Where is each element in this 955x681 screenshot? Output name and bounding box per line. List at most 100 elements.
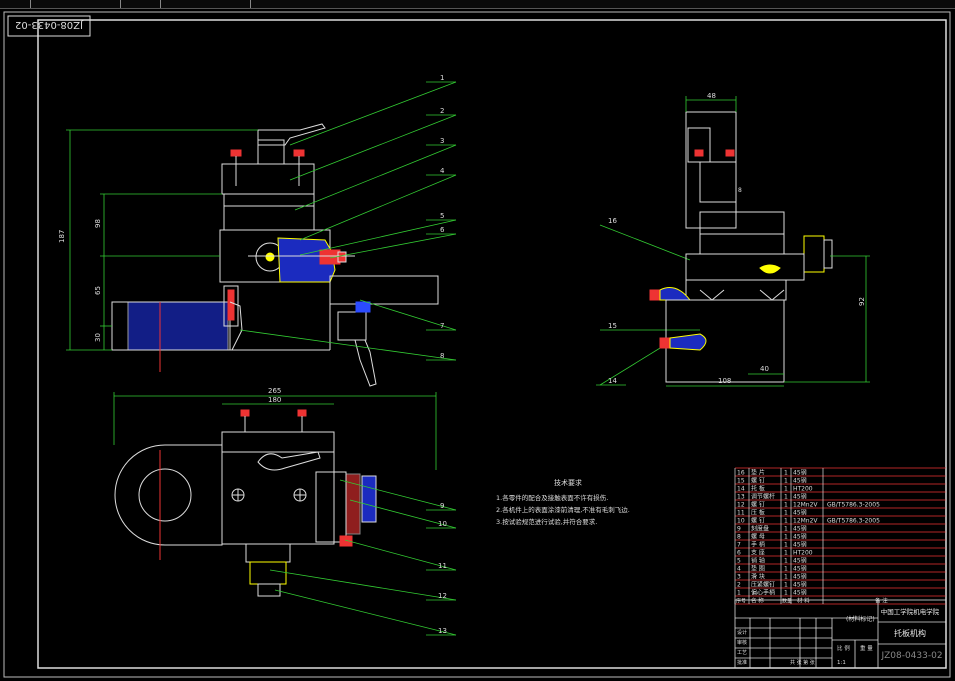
parts-row-name: 刻度盘 — [751, 525, 769, 533]
parts-row-qty: 1 — [784, 550, 788, 557]
parts-row-qty: 1 — [784, 526, 788, 533]
side-view — [649, 111, 833, 383]
dim-side-92: 92 — [858, 297, 866, 306]
parts-row-no: 1 — [737, 590, 741, 597]
parts-row-name: 手 柄 — [751, 541, 765, 549]
parts-row-no: 4 — [737, 566, 741, 573]
parts-row-material: 45钢 — [793, 525, 807, 533]
parts-row-name: 螺 钉 — [751, 501, 765, 509]
parts-row-qty: 1 — [784, 534, 788, 541]
front-view — [111, 123, 439, 387]
parts-row-name: 销 轴 — [751, 557, 765, 565]
tech-requirement-line: 3.按试验规范进行试验,并符合要求. — [496, 517, 597, 526]
parts-row-no: 12 — [737, 502, 745, 509]
sheet-label: 共 张 第 张 — [790, 659, 815, 666]
callout-1: 1 — [440, 74, 444, 82]
callout-16: 16 — [608, 217, 617, 225]
parts-row-name: 支 座 — [751, 549, 765, 557]
parts-row-qty: 1 — [784, 574, 788, 581]
parts-row-qty: 1 — [784, 590, 788, 597]
parts-row-material: 12Mn2V — [793, 518, 818, 525]
callout-12: 12 — [438, 592, 447, 600]
callout-15: 15 — [608, 322, 617, 330]
parts-row-no: 15 — [737, 478, 745, 485]
callout-9: 9 — [440, 502, 444, 510]
parts-header-no: 序号 — [736, 598, 746, 605]
parts-row-no: 5 — [737, 558, 741, 565]
parts-row-qty: 1 — [784, 494, 788, 501]
parts-row-name: 螺 母 — [751, 533, 765, 541]
parts-row-qty: 1 — [784, 470, 788, 477]
tech-requirements-heading: 技术要求 — [554, 478, 582, 487]
parts-list-table: 16 垫 片 1 45钢15 螺 钉 1 45钢14 托 板 1 HT20013 调节螺杆 1 45钢1… — [734, 467, 947, 605]
parts-row-name: 偏心手柄 — [751, 589, 775, 597]
cad-drawing: JZ08-0433-02 187 98 65 30 265 180 1 2 3 … — [3, 11, 951, 678]
callout-11: 11 — [438, 562, 447, 570]
parts-row-name: 垫 圈 — [751, 565, 765, 573]
parts-row-material: HT200 — [793, 486, 813, 493]
parts-row-material: 45钢 — [793, 541, 807, 549]
parts-row-no: 9 — [737, 526, 741, 533]
weight-label: 重 量 — [860, 644, 873, 652]
process-label: 工艺 — [737, 650, 747, 656]
parts-header-note: 备 注 — [875, 597, 888, 605]
parts-row-material: 45钢 — [793, 557, 807, 565]
checker-label: 审核 — [737, 639, 747, 646]
parts-row-no: 16 — [737, 470, 745, 477]
parts-row-no: 8 — [737, 534, 741, 541]
parts-row-material: 45钢 — [793, 565, 807, 573]
parts-row-material: 45钢 — [793, 509, 807, 517]
parts-row-material: 12Mn2V — [793, 502, 818, 509]
dim-base-108: 108 — [718, 377, 731, 385]
parts-row-no: 11 — [737, 510, 745, 517]
dim-height-total: 187 — [58, 230, 66, 243]
approver-label: 批准 — [737, 659, 747, 666]
parts-row-qty: 1 — [784, 542, 788, 549]
parts-row-note: GB/T5786.3-2005 — [827, 502, 880, 509]
parts-row-no: 10 — [737, 518, 745, 525]
parts-row-name: 压 板 — [751, 509, 765, 517]
parts-row-no: 13 — [737, 494, 745, 501]
dim-top-48: 48 — [707, 92, 716, 100]
parts-row-qty: 1 — [784, 510, 788, 517]
tech-requirement-line: 2.各机件上的表面涂漆前清理,不准有毛刺飞边. — [496, 505, 630, 514]
parts-header-name: 名 称 — [751, 597, 764, 605]
parts-row-note: GB/T5786.3-2005 — [827, 518, 880, 525]
parts-row-material: HT200 — [793, 550, 813, 557]
scale-value: 1:1 — [837, 660, 846, 666]
parts-row-qty: 1 — [784, 518, 788, 525]
material-label: (材料标记) — [846, 615, 875, 623]
parts-header-qty: 数量 — [782, 598, 792, 605]
school-name: 中国工学院机电学院 — [881, 607, 940, 616]
drawing-code-rotated: JZ08-0433-02 — [15, 19, 84, 30]
callout-3: 3 — [440, 137, 444, 145]
callout-6: 6 — [440, 226, 445, 234]
parts-row-name: 调节螺杆 — [751, 493, 775, 501]
dim-base-40: 40 — [760, 365, 769, 373]
parts-row-name: 螺 钉 — [751, 477, 765, 485]
parts-row-qty: 1 — [784, 566, 788, 573]
parts-row-material: 45钢 — [793, 477, 807, 485]
parts-row-material: 45钢 — [793, 493, 807, 501]
parts-row-name: 螺 钉 — [751, 517, 765, 525]
parts-row-no: 3 — [737, 574, 741, 581]
callout-7: 7 — [440, 322, 444, 330]
parts-row-material: 45钢 — [793, 469, 807, 477]
drawing-title: 托板机构 — [894, 628, 926, 638]
leader-lines — [239, 81, 700, 636]
parts-row-material: 45钢 — [793, 581, 807, 589]
parts-row-name: 托 板 — [751, 485, 765, 493]
parts-header-material: 材 料 — [797, 597, 810, 605]
dim-65: 65 — [94, 286, 102, 295]
parts-row-qty: 1 — [784, 486, 788, 493]
dim-30: 30 — [94, 333, 102, 342]
callout-8: 8 — [440, 352, 444, 360]
dim-98: 98 — [94, 219, 102, 228]
top-view — [114, 409, 377, 597]
dim-small-8: 8 — [738, 187, 742, 194]
parts-row-qty: 1 — [784, 558, 788, 565]
parts-row-material: 45钢 — [793, 589, 807, 597]
callout-14: 14 — [608, 377, 617, 385]
parts-row-no: 7 — [737, 542, 741, 549]
callout-13: 13 — [438, 627, 447, 635]
